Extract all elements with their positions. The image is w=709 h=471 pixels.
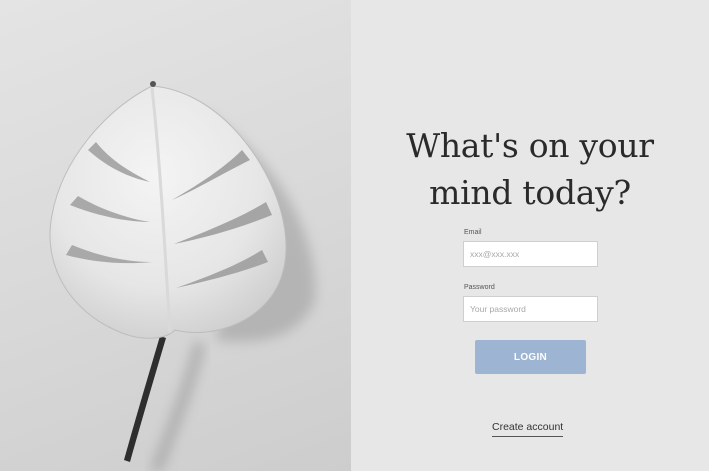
password-label: Password bbox=[464, 284, 495, 291]
login-button[interactable]: LOGIN bbox=[475, 340, 586, 374]
headline-line-2: mind today? bbox=[429, 173, 631, 212]
email-label: Email bbox=[464, 229, 482, 236]
monstera-leaf-image bbox=[49, 81, 316, 471]
email-field[interactable] bbox=[463, 241, 598, 267]
page-title: What's on your mind today? bbox=[351, 122, 709, 216]
login-form-panel: What's on your mind today? Email Passwor… bbox=[351, 0, 709, 471]
login-page: What's on your mind today? Email Passwor… bbox=[0, 0, 709, 471]
hero-image bbox=[0, 0, 351, 471]
password-field[interactable] bbox=[463, 296, 598, 322]
headline-line-1: What's on your bbox=[406, 126, 654, 165]
create-account-link[interactable]: Create account bbox=[492, 421, 564, 437]
